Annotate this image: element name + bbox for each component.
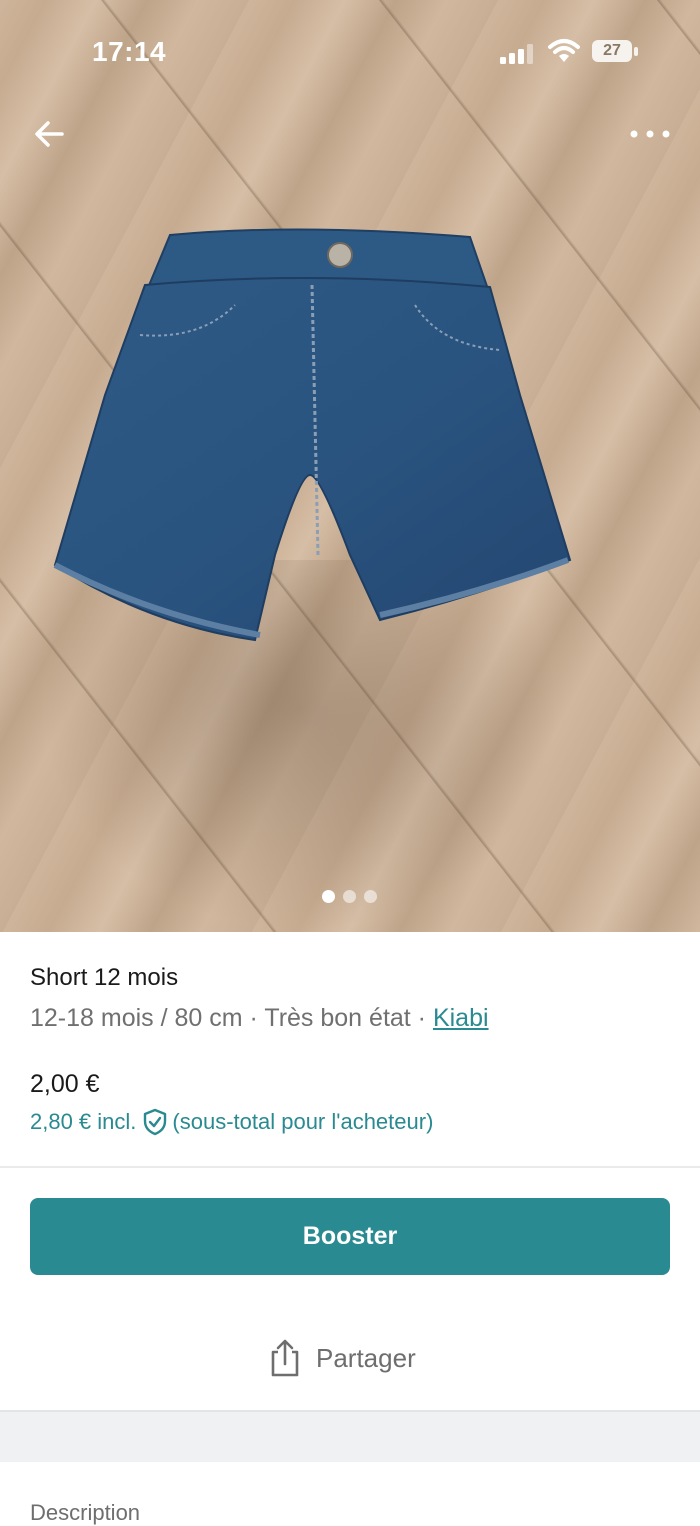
product-photo[interactable] <box>0 0 700 932</box>
more-options-icon[interactable] <box>626 118 674 150</box>
item-price: 2,00 € <box>30 1070 100 1098</box>
separator: · <box>242 1004 265 1032</box>
battery-icon: 27 <box>592 40 638 64</box>
item-condition: Très bon état <box>264 1004 411 1032</box>
item-details: 12-18 mois / 80 cm · Très bon état · Kia… <box>30 1004 489 1033</box>
battery-level: 27 <box>603 42 621 59</box>
gallery-pagination <box>320 890 384 904</box>
pagination-dot[interactable] <box>322 890 335 903</box>
status-time: 17:14 <box>92 36 167 67</box>
buyer-price-note: (sous-total pour l'acheteur) <box>172 1109 434 1134</box>
wifi-icon <box>548 39 580 62</box>
signal-icon <box>500 44 533 64</box>
divider <box>0 1166 700 1168</box>
description-heading: Description <box>30 1500 141 1525</box>
buyer-price-line[interactable]: 2,80 € incl. (sous-total pour l'acheteur… <box>30 1108 433 1136</box>
share-label: Partager <box>316 1342 416 1373</box>
booster-button[interactable]: Booster <box>30 1198 670 1275</box>
status-bar: 17:14 27 <box>0 0 700 100</box>
denim-shorts-image <box>53 228 572 642</box>
section-separator <box>0 1410 700 1462</box>
brand-link[interactable]: Kiabi <box>433 1004 489 1032</box>
item-title: Short 12 mois <box>30 964 179 991</box>
pagination-dot[interactable] <box>343 890 356 903</box>
back-arrow-icon[interactable] <box>30 114 70 154</box>
pagination-dot[interactable] <box>364 890 377 903</box>
shield-check-icon <box>144 1108 167 1136</box>
item-size: 12-18 mois / 80 cm <box>30 1004 243 1032</box>
share-button[interactable]: Partager <box>268 1334 416 1382</box>
share-icon <box>271 1339 299 1377</box>
buyer-price: 2,80 € incl. <box>30 1109 137 1134</box>
separator: · <box>410 1004 433 1032</box>
